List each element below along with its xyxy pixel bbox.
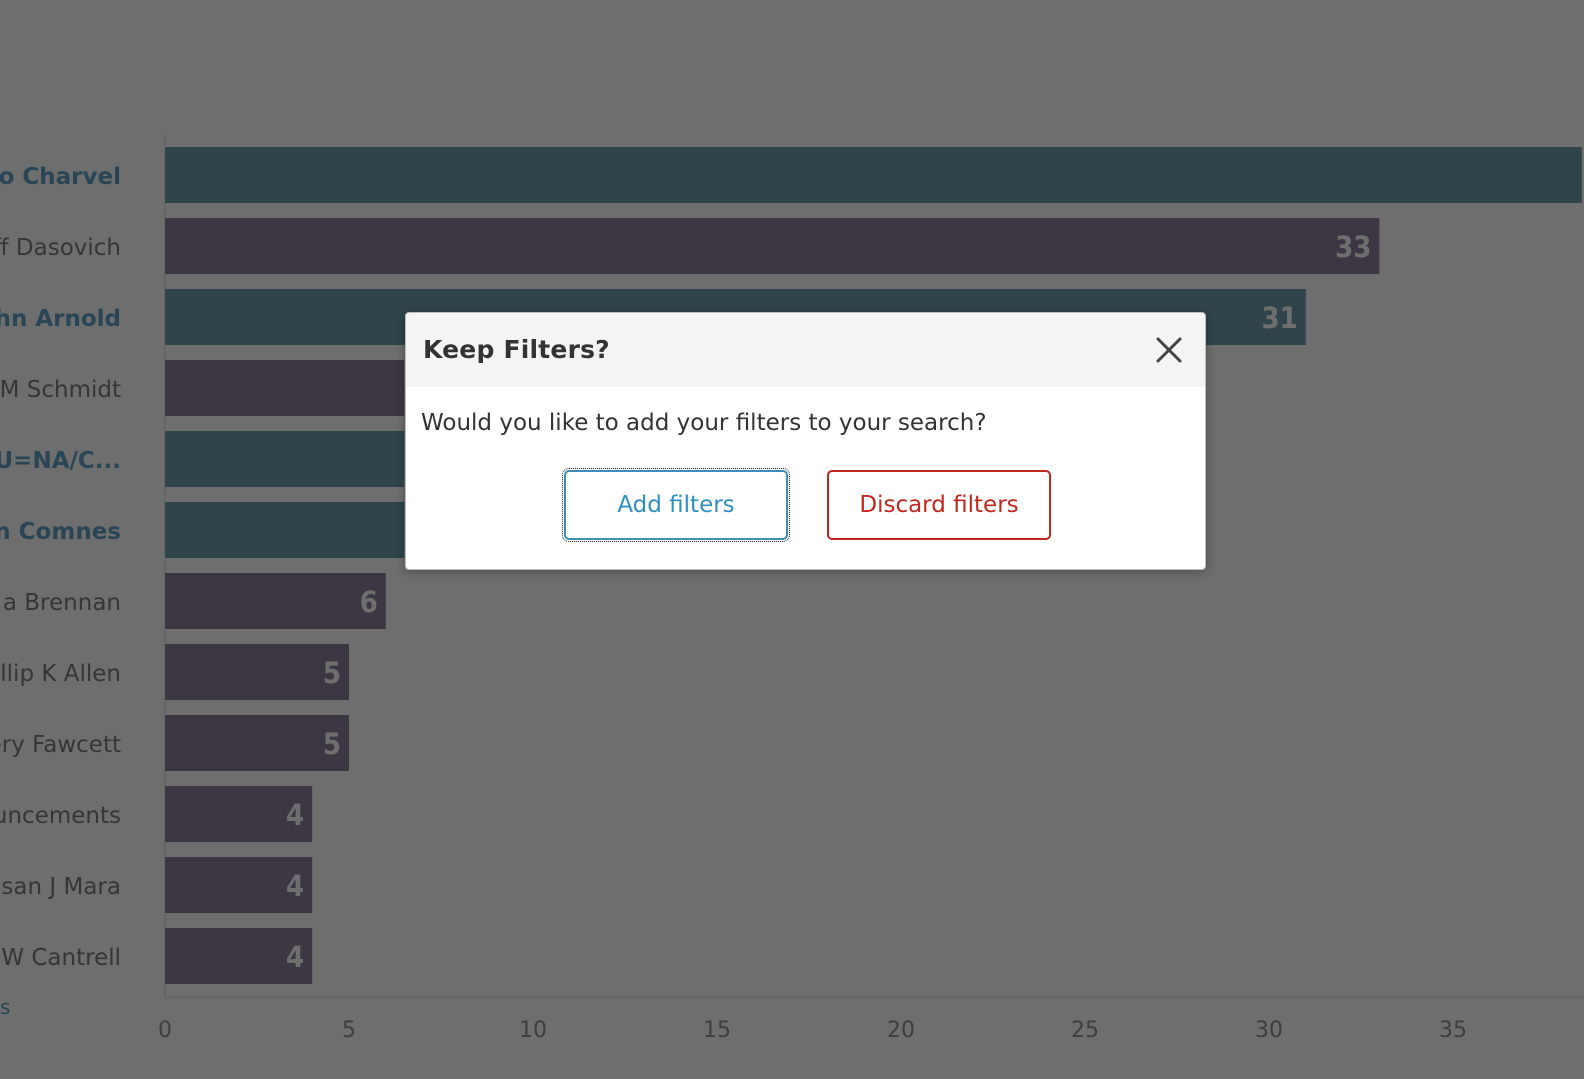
page: do Charvelff Dasovich33ohn Arnold31M Sch… (0, 0, 1584, 1079)
close-button[interactable] (1152, 333, 1186, 367)
dialog-message: Would you like to add your filters to yo… (421, 410, 987, 436)
dialog-title: Keep Filters? (423, 335, 610, 364)
add-filters-button[interactable]: Add filters (562, 468, 790, 542)
discard-filters-button[interactable]: Discard filters (827, 470, 1051, 540)
close-icon (1156, 337, 1182, 363)
keep-filters-dialog: Keep Filters? Would you like to add your… (405, 312, 1206, 570)
dialog-header: Keep Filters? (406, 313, 1205, 387)
